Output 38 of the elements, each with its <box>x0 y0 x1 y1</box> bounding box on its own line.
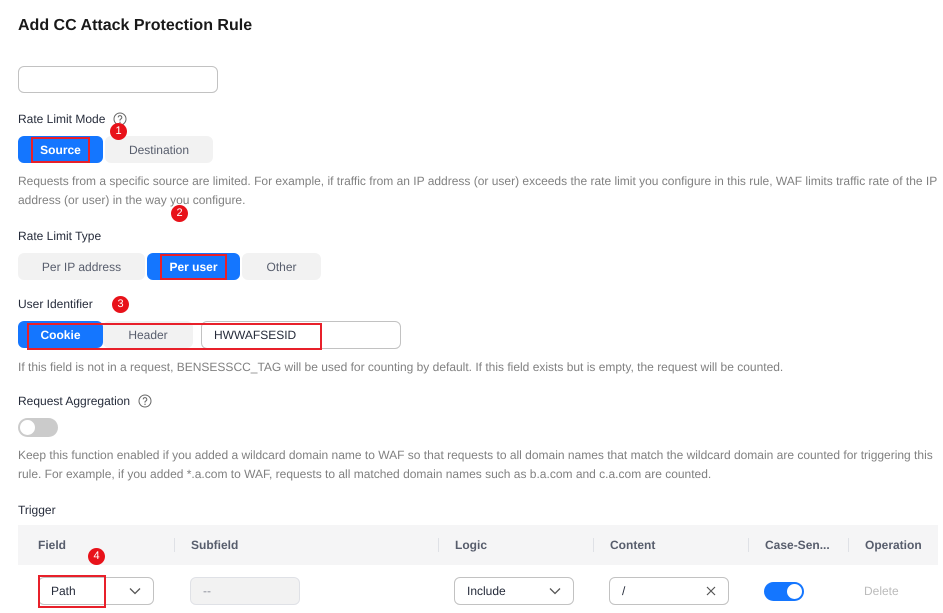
description-text: Keep this function enabled if you added a wildcard domain name to WAF so that requests to all domain names that match the wildcard domain are counted for triggering this rule. For example, if you added *.a.com to WAF, requests to all matched domain names such as b.a.com and c.a.com are counted. <box>18 447 934 483</box>
segment-option[interactable]: Source <box>18 136 103 163</box>
name-field[interactable] <box>18 66 218 93</box>
segment-option[interactable]: Cookie <box>18 321 103 348</box>
toggle-switch[interactable] <box>18 418 58 437</box>
description-text: If this field is not in a request, BENSESSCC_TAG will be used for counting by default. If this field exists but is empty, the request will be counted. <box>18 359 784 376</box>
field-label: Rate Limit Type <box>18 229 102 243</box>
field-select[interactable]: Path <box>38 577 154 605</box>
clear-icon[interactable] <box>706 586 716 596</box>
caret-icon <box>549 587 561 595</box>
field-label: User Identifier <box>18 297 93 311</box>
segment-option[interactable]: Per user <box>147 253 240 280</box>
help-icon[interactable] <box>138 394 152 408</box>
column-header: Logic <box>455 538 487 552</box>
segment-option[interactable]: Per IP address <box>18 253 145 280</box>
caret-icon <box>129 587 141 595</box>
column-header: Field <box>38 538 66 552</box>
subfield-field: -- <box>190 577 300 605</box>
column-header: Case-Sen... <box>765 538 830 552</box>
step-badge: 2 <box>171 205 188 222</box>
toggle-switch[interactable] <box>764 582 804 600</box>
field-label: Rate Limit Mode <box>18 112 106 126</box>
logic-select[interactable]: Include <box>454 577 574 605</box>
column-header: Content <box>610 538 656 552</box>
step-badge: 3 <box>112 296 129 313</box>
column-header: Operation <box>865 538 922 552</box>
field-label: Request Aggregation <box>18 394 130 408</box>
step-badge: 1 <box>110 123 127 140</box>
segment-option[interactable]: Other <box>242 253 321 280</box>
content-field[interactable]: / <box>609 577 729 605</box>
segment-option[interactable]: Destination <box>105 136 213 163</box>
description-text: Requests from a specific source are limited. For example, if traffic from an IP address (or user) exceeds the rate limit you configure in this rule, WAF limits traffic rate of the IP address (or user) in the way you configure. <box>18 173 938 208</box>
column-header: Subfield <box>191 538 238 552</box>
help-icon[interactable] <box>113 112 128 126</box>
section-label: Trigger <box>18 503 57 517</box>
segment-option[interactable]: Header <box>103 321 193 348</box>
identifier-field[interactable]: HWWAFSESID <box>201 321 401 349</box>
page-title: Add CC Attack Protection Rule <box>18 16 254 36</box>
